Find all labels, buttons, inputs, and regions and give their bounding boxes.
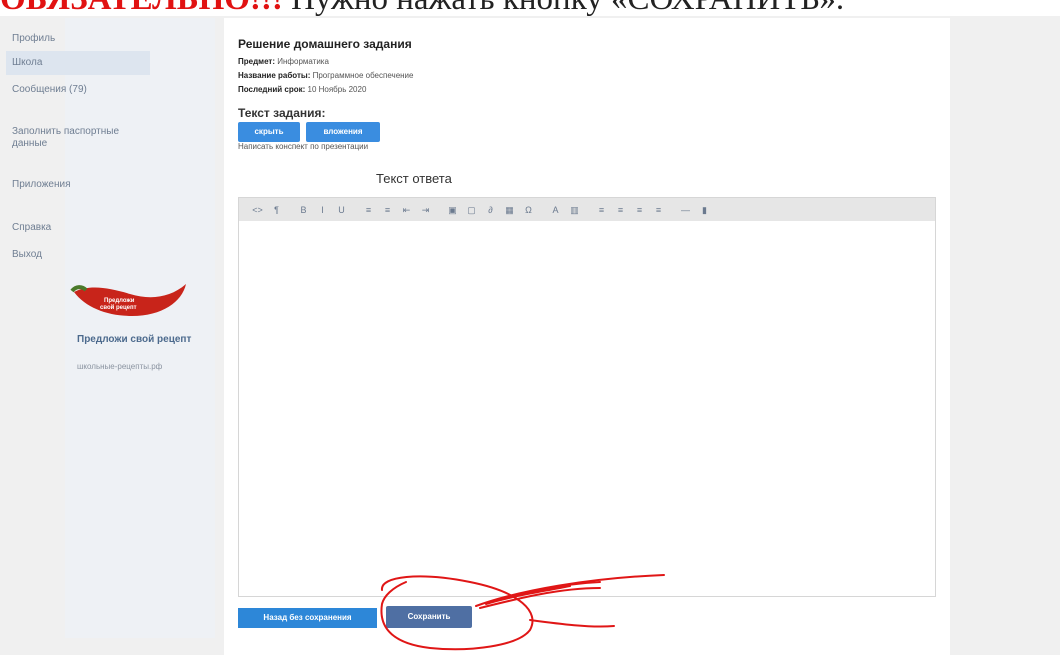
save-button[interactable]: Сохранить [386,606,472,628]
main-panel: Решение домашнего задания Предмет: Инфор… [224,18,950,655]
answer-editor[interactable] [238,221,936,597]
sidebar-item-apps[interactable]: Приложения [6,179,150,191]
underline-icon[interactable]: U [333,203,350,217]
promo-site-link[interactable]: школьные-рецепты.рф [77,362,207,371]
instruction-text: Нужно нажать кнопку «СОХРАНИТЬ». [283,0,844,16]
align-left-icon[interactable]: ≡ [593,203,610,217]
svg-text:свой рецепт: свой рецепт [100,304,137,311]
sidebar-item-help[interactable]: Справка [6,222,150,234]
code-icon[interactable]: <> [249,203,266,217]
sidebar-item-passport[interactable]: Заполнить паспортные данные [6,126,150,150]
back-without-saving-button[interactable]: Назад без сохранения [238,608,377,628]
instruction-emphasis: ОБЯЗАТЕЛЬНО!!! [0,0,283,16]
task-text-header: Текст задания: [238,106,326,120]
image-icon[interactable]: ▣ [444,203,461,217]
instruction-banner: ОБЯЗАТЕЛЬНО!!! Нужно нажать кнопку «СОХР… [0,0,1060,16]
attachments-button[interactable]: вложения [306,122,380,142]
subject-row: Предмет: Информатика [238,57,329,66]
outdent-icon[interactable]: ⇤ [398,203,415,217]
fullscreen-icon[interactable]: ▮ [696,203,713,217]
answer-title: Текст ответа [376,171,452,186]
sidebar [65,18,215,638]
background-color-icon[interactable]: ▥ [566,203,583,217]
special-char-icon[interactable]: Ω [520,203,537,217]
indent-icon[interactable]: ⇥ [417,203,434,217]
justify-icon[interactable]: ≡ [650,203,667,217]
svg-text:Предложи: Предложи [104,298,135,304]
promo-title-link[interactable]: Предложи свой рецепт [77,334,197,345]
sidebar-item-messages[interactable]: Сообщения (79) [6,84,150,96]
hide-task-button[interactable]: скрыть [238,122,300,142]
sidebar-item-school[interactable]: Школа [6,51,150,75]
link-icon[interactable]: ∂ [482,203,499,217]
align-center-icon[interactable]: ≡ [612,203,629,217]
table-icon[interactable]: ▦ [501,203,518,217]
ordered-list-icon[interactable]: ≡ [379,203,396,217]
video-icon[interactable]: ▢ [463,203,480,217]
chili-promo-icon[interactable]: Предложи свой рецепт [70,278,190,322]
work-name-row: Название работы: Программное обеспечение [238,71,414,80]
page-title: Решение домашнего задания [238,37,412,51]
task-text: Написать конспект по презентации [238,142,369,151]
horizontal-rule-icon[interactable]: — [677,203,694,217]
deadline-row: Последний срок: 10 Ноябрь 2020 [238,85,367,94]
italic-icon[interactable]: I [314,203,331,217]
align-right-icon[interactable]: ≡ [631,203,648,217]
sidebar-item-profile[interactable]: Профиль [6,33,150,45]
editor-toolbar: <> ¶ B I U ≡ ≡ ⇤ ⇥ ▣ ▢ ∂ ▦ Ω A ▥ ≡ ≡ ≡ ≡ — ▮ [238,197,936,222]
paragraph-icon[interactable]: ¶ [268,203,285,217]
unordered-list-icon[interactable]: ≡ [360,203,377,217]
bold-icon[interactable]: B [295,203,312,217]
sidebar-item-logout[interactable]: Выход [6,249,150,261]
font-color-icon[interactable]: A [547,203,564,217]
